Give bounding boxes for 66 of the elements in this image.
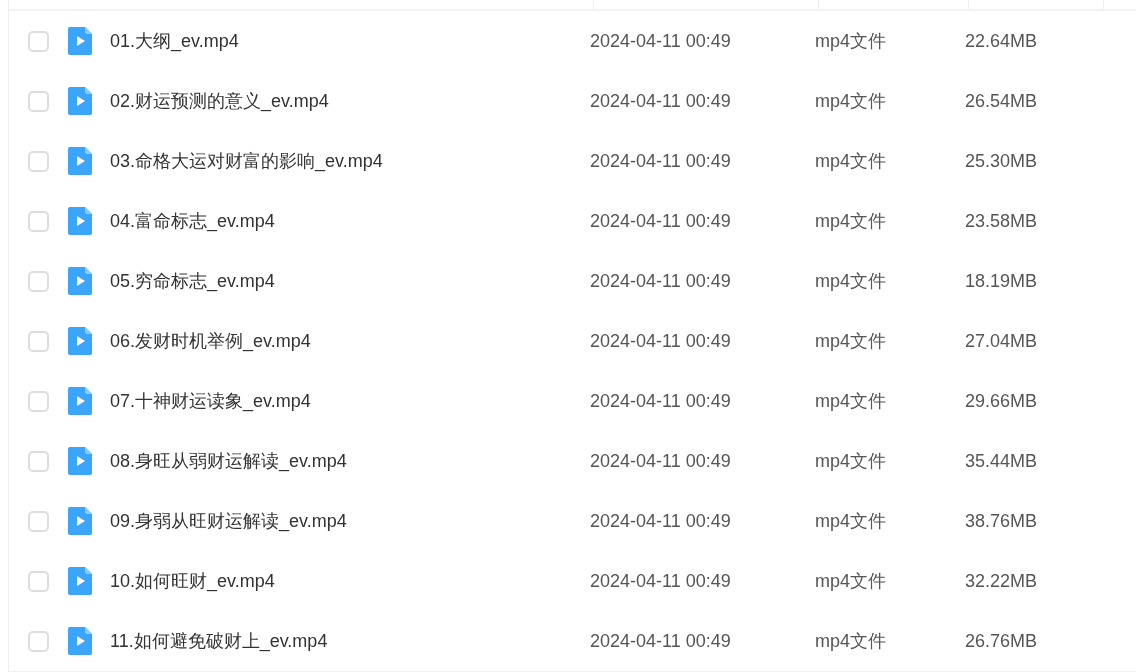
- file-name: 09.身弱从旺财运解读_ev.mp4: [110, 509, 348, 534]
- file-type: mp4文件: [815, 629, 887, 653]
- modified-date: 2024-04-11 00:49: [590, 29, 732, 53]
- modified-date: 2024-04-11 00:49: [590, 509, 732, 533]
- file-type: mp4文件: [815, 149, 887, 173]
- file-size: 35.44MB: [965, 449, 1039, 473]
- video-file-icon: [68, 207, 92, 235]
- checkbox[interactable]: [28, 210, 49, 232]
- checkbox[interactable]: [28, 450, 49, 472]
- checkbox[interactable]: [28, 630, 49, 652]
- checkbox[interactable]: [28, 510, 49, 532]
- modified-date: 2024-04-11 00:49: [590, 569, 732, 593]
- video-file-icon: [68, 627, 92, 655]
- checkbox[interactable]: [28, 330, 49, 352]
- file-type: mp4文件: [815, 29, 887, 53]
- file-size: 26.54MB: [965, 89, 1039, 113]
- file-size: 29.66MB: [965, 389, 1039, 413]
- file-name: 08.身旺从弱财运解读_ev.mp4: [110, 449, 348, 474]
- checkbox[interactable]: [28, 150, 49, 172]
- modified-date: 2024-04-11 00:49: [590, 329, 732, 353]
- file-type: mp4文件: [815, 389, 887, 413]
- video-file-icon: [68, 507, 92, 535]
- file-type: mp4文件: [815, 449, 887, 473]
- checkbox[interactable]: [28, 390, 49, 412]
- file-name: 03.命格大运对财富的影响_ev.mp4: [110, 149, 384, 174]
- video-file-icon: [68, 387, 92, 415]
- file-size: 25.30MB: [965, 149, 1039, 173]
- file-size: 18.19MB: [965, 269, 1039, 293]
- modified-date: 2024-04-11 00:49: [590, 629, 732, 653]
- file-name: 05.穷命标志_ev.mp4: [110, 269, 276, 294]
- file-size: 27.04MB: [965, 329, 1039, 353]
- checkbox[interactable]: [28, 270, 49, 292]
- file-name: 04.富命标志_ev.mp4: [110, 209, 276, 234]
- file-name: 07.十神财运读象_ev.mp4: [110, 389, 312, 414]
- file-size: 38.76MB: [965, 509, 1039, 533]
- file-name: 10.如何旺财_ev.mp4: [110, 569, 276, 594]
- file-type: mp4文件: [815, 509, 887, 533]
- video-file-icon: [68, 87, 92, 115]
- modified-date: 2024-04-11 00:49: [590, 449, 732, 473]
- file-name: 01.大纲_ev.mp4: [110, 29, 240, 54]
- file-type: mp4文件: [815, 89, 887, 113]
- video-file-icon: [68, 567, 92, 595]
- file-name: 06.发财时机举例_ev.mp4: [110, 329, 312, 354]
- modified-date: 2024-04-11 00:49: [590, 209, 732, 233]
- video-file-icon: [68, 327, 92, 355]
- modified-date: 2024-04-11 00:49: [590, 269, 732, 293]
- video-file-icon: [68, 27, 92, 55]
- checkbox[interactable]: [28, 30, 49, 52]
- modified-date: 2024-04-11 00:49: [590, 389, 732, 413]
- file-type: mp4文件: [815, 569, 887, 593]
- file-type: mp4文件: [815, 329, 887, 353]
- file-name: 11.如何避免破财上_ev.mp4: [110, 629, 329, 654]
- checkbox[interactable]: [28, 570, 49, 592]
- video-file-icon: [68, 267, 92, 295]
- file-type: mp4文件: [815, 209, 887, 233]
- file-name: 02.财运预测的意义_ev.mp4: [110, 89, 330, 114]
- modified-date: 2024-04-11 00:49: [590, 89, 732, 113]
- video-file-icon: [68, 447, 92, 475]
- file-type: mp4文件: [815, 269, 887, 293]
- file-size: 22.64MB: [965, 29, 1039, 53]
- file-size: 26.76MB: [965, 629, 1039, 653]
- file-size: 32.22MB: [965, 569, 1039, 593]
- file-size: 23.58MB: [965, 209, 1039, 233]
- checkbox[interactable]: [28, 90, 49, 112]
- modified-date: 2024-04-11 00:49: [590, 149, 732, 173]
- video-file-icon: [68, 147, 92, 175]
